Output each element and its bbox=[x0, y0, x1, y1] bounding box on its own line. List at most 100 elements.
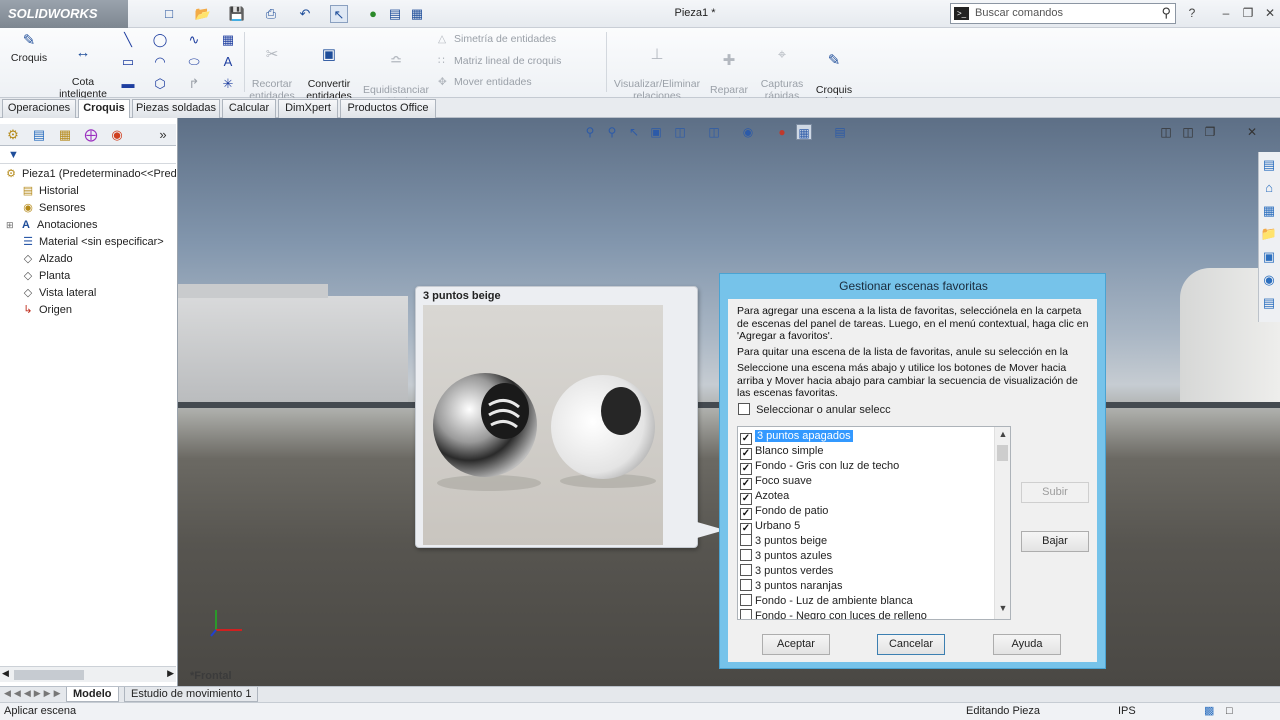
scrollbar-thumb[interactable] bbox=[997, 445, 1008, 461]
save-icon[interactable]: 💾 bbox=[228, 5, 246, 23]
scene-list-item[interactable]: 3 puntos naranjas bbox=[740, 579, 995, 594]
custom-properties-icon[interactable]: ▤ bbox=[1259, 292, 1279, 313]
expand-panel-icon[interactable]: » bbox=[152, 125, 174, 145]
configuration-tab-icon[interactable]: ▦ bbox=[54, 125, 76, 145]
viewport-split-icon[interactable]: ◫ bbox=[1180, 124, 1196, 140]
mirror-entities-button[interactable]: △ Simetría de entidades bbox=[438, 33, 556, 45]
tree-item-material[interactable]: ☰ Material <sin especificar> bbox=[0, 234, 176, 251]
trim-entities-button[interactable]: ✂ Recortar entidades bbox=[246, 34, 298, 102]
display-style-icon[interactable]: ◫ bbox=[706, 124, 722, 140]
slot-icon[interactable]: ▬ bbox=[120, 76, 136, 92]
zoom-to-fit-icon[interactable]: ⚲ bbox=[582, 124, 598, 140]
croquis-button[interactable]: ✎ Croquis bbox=[6, 32, 52, 64]
scene-list-item[interactable]: 3 puntos verdes bbox=[740, 564, 995, 579]
file-properties-icon[interactable]: ▤ bbox=[386, 5, 404, 23]
scrollbar-thumb[interactable] bbox=[14, 670, 84, 680]
expand-icon[interactable]: ⊞ bbox=[6, 217, 18, 234]
tab-nav-arrows-icon[interactable]: ◀◀◀▶▶▶ bbox=[4, 688, 64, 699]
scene-checkbox[interactable] bbox=[740, 549, 752, 561]
tree-item-historial[interactable]: ▤ Historial bbox=[0, 183, 176, 200]
ellipse-icon[interactable]: ⬭ bbox=[186, 54, 202, 70]
viewport-restore-icon[interactable]: ❐ bbox=[1202, 124, 1218, 140]
edit-appearance-icon[interactable]: ● bbox=[774, 124, 790, 140]
display-delete-relations-button[interactable]: ⊥ Visualizar/Eliminar relaciones bbox=[610, 34, 704, 102]
design-library-icon[interactable]: ▦ bbox=[1259, 200, 1279, 221]
text-icon[interactable]: A bbox=[220, 54, 236, 70]
property-manager-tab-icon[interactable]: ▤ bbox=[28, 125, 50, 145]
scene-list-item[interactable]: ✓ Fondo - Gris con luz de techo bbox=[740, 459, 995, 475]
move-up-button[interactable]: Subir bbox=[1021, 482, 1089, 503]
display-manager-tab-icon[interactable]: ◉ bbox=[106, 125, 128, 145]
search-input[interactable]: Buscar comandos bbox=[975, 7, 1063, 19]
file-explorer-icon[interactable]: 📁 bbox=[1259, 223, 1279, 244]
convert-entities-button[interactable]: ▣ Convertir entidades bbox=[302, 34, 356, 102]
viewport-close-icon[interactable]: ✕ bbox=[1244, 124, 1260, 140]
scene-list-item[interactable]: Fondo - Luz de ambiente blanca bbox=[740, 594, 995, 609]
restore-button[interactable]: ❐ bbox=[1240, 5, 1256, 21]
help-button[interactable]: Ayuda bbox=[993, 634, 1061, 655]
resources-icon[interactable]: ▤ bbox=[1259, 154, 1279, 175]
tree-item-planta[interactable]: ◇ Planta bbox=[0, 268, 176, 285]
scroll-right-icon[interactable]: ▶ bbox=[167, 668, 174, 679]
status-tray-icon[interactable]: □ bbox=[1226, 703, 1233, 720]
view-palette-icon[interactable]: ▣ bbox=[1259, 246, 1279, 267]
line-icon[interactable]: ╲ bbox=[120, 32, 136, 48]
scene-list-item[interactable]: Fondo - Negro con luces de relleno bbox=[740, 609, 995, 619]
options-icon[interactable]: ▦ bbox=[408, 5, 426, 23]
new-document-icon[interactable]: □ bbox=[160, 5, 178, 23]
move-entities-button[interactable]: ✥ Mover entidades bbox=[438, 76, 532, 88]
scene-list-item[interactable]: ✓ 3 puntos apagados bbox=[740, 429, 995, 445]
point-icon[interactable]: ✳ bbox=[220, 76, 236, 92]
rectangle-icon[interactable]: ▭ bbox=[120, 54, 136, 70]
view-orientation-icon[interactable]: ◫ bbox=[672, 124, 688, 140]
tab-estudio-movimiento[interactable]: Estudio de movimiento 1 bbox=[124, 687, 259, 702]
scene-checkbox[interactable] bbox=[740, 594, 752, 606]
scroll-up-icon[interactable]: ▲ bbox=[997, 429, 1009, 443]
solidworks-logo[interactable]: SOLIDWORKS bbox=[0, 0, 128, 28]
scroll-down-icon[interactable]: ▼ bbox=[997, 603, 1009, 617]
previous-view-icon[interactable]: ↖ bbox=[626, 124, 642, 140]
scene-list-item[interactable]: ✓ Urbano 5 bbox=[740, 519, 995, 535]
dimxpert-tab-icon[interactable]: ⨁ bbox=[80, 125, 102, 145]
scroll-left-icon[interactable]: ◀ bbox=[2, 668, 9, 679]
fillet-icon[interactable]: ↱ bbox=[186, 76, 202, 92]
circle-icon[interactable]: ◯ bbox=[152, 32, 168, 48]
search-commands-box[interactable]: >_ Buscar comandos ⚲ bbox=[950, 3, 1176, 24]
appearances-icon[interactable]: ◉ bbox=[1259, 269, 1279, 290]
scene-checkbox[interactable] bbox=[740, 609, 752, 619]
grid-icon[interactable]: ▦ bbox=[220, 32, 236, 48]
home-icon[interactable]: ⌂ bbox=[1259, 177, 1279, 198]
filter-icon[interactable]: ▼ bbox=[8, 149, 19, 161]
tab-calcular[interactable]: Calcular bbox=[222, 99, 276, 118]
select-all-box[interactable] bbox=[738, 403, 750, 415]
scene-list-item[interactable]: ✓ Blanco simple bbox=[740, 444, 995, 460]
rebuild-icon[interactable]: ● bbox=[364, 5, 382, 23]
tab-productos-office[interactable]: Productos Office bbox=[340, 99, 436, 118]
accept-button[interactable]: Aceptar bbox=[762, 634, 830, 655]
hide-show-items-icon[interactable]: ◉ bbox=[740, 124, 756, 140]
undo-icon[interactable]: ↶ bbox=[296, 5, 314, 23]
close-button[interactable]: ✕ bbox=[1262, 5, 1278, 21]
polygon-icon[interactable]: ⬡ bbox=[152, 76, 168, 92]
panel-horizontal-scrollbar[interactable]: ◀ ▶ bbox=[0, 666, 176, 682]
minimize-button[interactable]: – bbox=[1218, 5, 1234, 21]
print-icon[interactable]: ⎙ bbox=[262, 5, 280, 23]
tree-item-origen[interactable]: ↳ Origen bbox=[0, 302, 176, 319]
favorite-scenes-list[interactable]: ✓ 3 puntos apagados ✓ Blanco simple ✓ Fondo -… bbox=[737, 426, 1011, 620]
arc-icon[interactable]: ◠ bbox=[152, 54, 168, 70]
tree-filter[interactable]: ▼ bbox=[0, 148, 176, 164]
notification-icon[interactable]: ▩ bbox=[1204, 703, 1214, 720]
viewport-tile-icon[interactable]: ◫ bbox=[1158, 124, 1174, 140]
spline-icon[interactable]: ∿ bbox=[186, 32, 202, 48]
zoom-to-area-icon[interactable]: ⚲ bbox=[604, 124, 620, 140]
status-units[interactable]: IPS bbox=[1118, 703, 1136, 720]
scene-list-item[interactable]: 3 puntos azules bbox=[740, 549, 995, 564]
quick-snaps-button[interactable]: ⌖ Capturas rápidas bbox=[756, 34, 808, 102]
tree-item-vista-lateral[interactable]: ◇ Vista lateral bbox=[0, 285, 176, 302]
scene-list-item[interactable]: 3 puntos beige bbox=[740, 534, 995, 549]
tab-piezas-soldadas[interactable]: Piezas soldadas bbox=[132, 99, 220, 118]
help-icon[interactable]: ? bbox=[1184, 5, 1200, 21]
tree-root[interactable]: ⚙ Pieza1 (Predeterminado<<Pred bbox=[0, 166, 177, 183]
search-icon[interactable]: ⚲ bbox=[1161, 5, 1171, 21]
list-vertical-scrollbar[interactable]: ▲ ▼ bbox=[994, 427, 1010, 619]
